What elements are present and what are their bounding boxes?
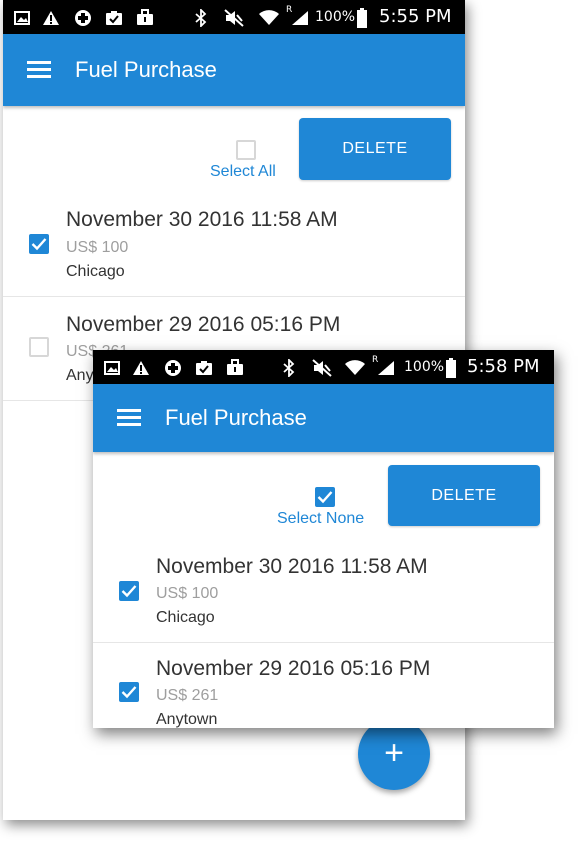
screenshot-composite: R 100% 5:55 PM Fuel Purchase Select All …: [0, 0, 588, 855]
select-all-link[interactable]: Select All: [210, 163, 276, 181]
battery-icon: [355, 0, 369, 34]
item-checkbox[interactable]: [29, 337, 49, 357]
clipboard-icon: [104, 0, 124, 34]
signal-icon: [376, 350, 396, 384]
item-checkbox[interactable]: [119, 682, 139, 702]
medical-cross-icon: [163, 350, 183, 384]
wifi-icon: [257, 0, 281, 34]
item-amount: US$ 261: [156, 687, 219, 704]
item-date: November 29 2016 05:16 PM: [156, 657, 431, 680]
item-city: Chicago: [66, 263, 125, 280]
status-bar: R 100% 5:58 PM: [93, 350, 554, 384]
list-item[interactable]: November 29 2016 05:16 PM US$ 261 Anytow…: [93, 643, 554, 728]
app-bar: Fuel Purchase: [93, 384, 554, 452]
battery-percent: 100%: [404, 359, 445, 375]
delete-button[interactable]: DELETE: [299, 118, 451, 180]
status-bar: R 100% 5:55 PM: [3, 0, 465, 34]
item-date: November 30 2016 11:58 AM: [66, 208, 338, 231]
item-date: November 29 2016 05:16 PM: [66, 313, 341, 336]
mute-icon: [223, 0, 245, 34]
battery-icon: [444, 350, 458, 384]
delete-button[interactable]: DELETE: [388, 465, 540, 526]
mute-icon: [311, 350, 333, 384]
image-icon: [13, 0, 31, 34]
item-checkbox[interactable]: [119, 581, 139, 601]
item-city: Anytown: [156, 711, 218, 728]
select-all-checkbox[interactable]: [236, 140, 256, 160]
item-amount: US$ 100: [156, 585, 219, 602]
wifi-icon: [343, 350, 367, 384]
medical-cross-icon: [73, 0, 93, 34]
select-none-link[interactable]: Select None: [277, 510, 364, 528]
bag-icon: [135, 0, 155, 34]
signal-icon: [290, 0, 310, 34]
bluetooth-icon: [193, 0, 209, 34]
app-title: Fuel Purchase: [165, 405, 307, 430]
battery-percent: 100%: [315, 9, 356, 25]
image-icon: [103, 350, 121, 384]
app-title: Fuel Purchase: [75, 57, 217, 82]
app-bar: Fuel Purchase: [3, 34, 465, 106]
item-amount: US$ 100: [66, 239, 129, 256]
item-city: Chicago: [156, 609, 215, 626]
list-item[interactable]: November 30 2016 11:58 AM US$ 100 Chicag…: [93, 548, 554, 642]
add-button[interactable]: +: [358, 718, 430, 790]
front-screen: R 100% 5:58 PM Fuel Purchase Select None…: [93, 350, 554, 728]
item-checkbox[interactable]: [29, 234, 49, 254]
hamburger-menu-icon[interactable]: [117, 409, 141, 427]
clock: 5:58 PM: [467, 356, 540, 377]
item-date: November 30 2016 11:58 AM: [156, 555, 428, 578]
clipboard-icon: [194, 350, 214, 384]
bluetooth-icon: [281, 350, 297, 384]
hamburger-menu-icon[interactable]: [27, 61, 51, 79]
clock: 5:55 PM: [379, 6, 452, 27]
warning-icon: [41, 0, 61, 34]
select-none-checkbox[interactable]: [315, 487, 335, 507]
bag-icon: [225, 350, 245, 384]
warning-icon: [131, 350, 151, 384]
list-item[interactable]: November 30 2016 11:58 AM US$ 100 Chicag…: [3, 200, 465, 296]
